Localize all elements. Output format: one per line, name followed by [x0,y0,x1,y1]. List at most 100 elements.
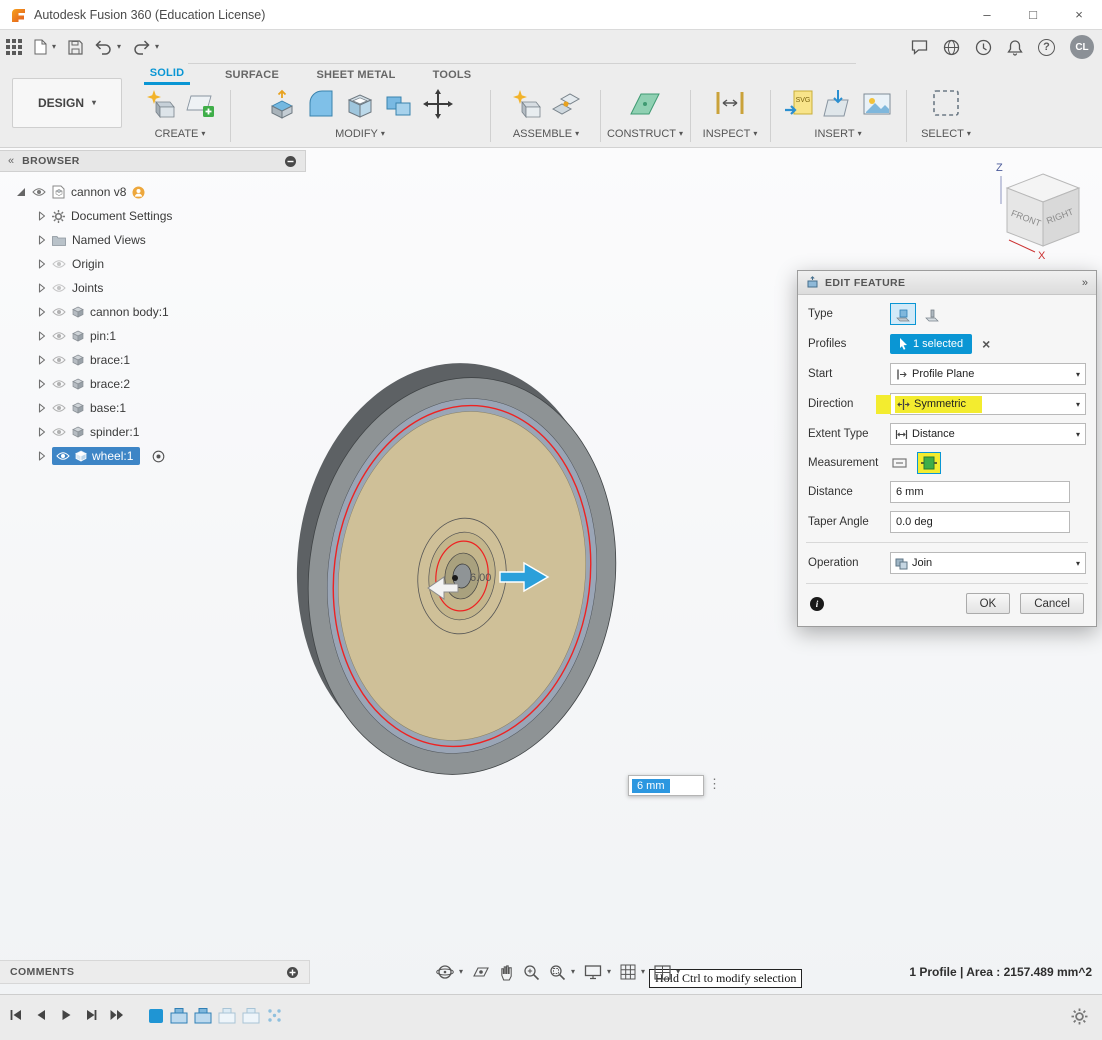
distance-input[interactable] [890,481,1070,503]
zoom-button[interactable] [523,964,540,981]
close-icon[interactable]: × [1056,0,1102,29]
operation-dropdown[interactable]: Join ▾ [890,552,1086,574]
viewcube[interactable]: Z FRONT RIGHT X [985,158,1097,262]
timeline-feature-extrude-1[interactable] [170,1007,188,1024]
design-workspace-menu[interactable]: DESIGN ▾ [12,78,122,128]
clear-selection-icon[interactable]: × [982,336,990,352]
direction-dropdown[interactable]: Symmetric ▾ [890,393,1086,415]
tab-tools[interactable]: TOOLS [428,64,476,85]
fit-button[interactable]: ▾ [549,964,575,981]
create-form-icon[interactable] [145,88,177,120]
visibility-eye-icon[interactable] [56,451,70,461]
move-copy-icon[interactable] [422,88,454,120]
look-at-button[interactable] [472,964,490,980]
info-icon[interactable]: i [810,597,824,611]
tree-row-brace-1[interactable]: brace:1 [0,348,306,372]
dialog-expand-icon[interactable]: » [1082,277,1088,289]
timeline-go-to-start-button[interactable] [8,1007,24,1023]
tree-row-spinder[interactable]: spinder:1 [0,420,306,444]
undo-button[interactable]: ▾ [95,40,121,55]
selected-item-highlight[interactable]: wheel:1 [52,447,140,465]
visibility-eye-icon[interactable] [52,355,66,365]
tree-row-brace-2[interactable]: brace:2 [0,372,306,396]
clock-icon[interactable] [975,39,992,56]
expanded-triangle-icon[interactable] [16,187,26,197]
visibility-eye-icon[interactable] [52,427,66,437]
create-menu[interactable]: CREATE ▾ [155,128,206,140]
select-icon[interactable] [931,88,961,118]
visibility-eye-icon[interactable] [52,307,66,317]
help-icon[interactable]: ? [1038,39,1055,56]
insert-svg-icon[interactable]: SVG [783,88,815,120]
save-button[interactable] [68,40,83,55]
redo-button[interactable]: ▾ [133,40,159,55]
visibility-eye-icon[interactable] [52,379,66,389]
comments-bar[interactable]: COMMENTS [0,960,310,984]
web-icon[interactable] [943,39,960,56]
shell-icon[interactable] [344,88,376,120]
measure-icon[interactable] [714,88,746,118]
browser-header[interactable]: « BROWSER [0,150,306,172]
display-settings-button[interactable]: ▾ [584,964,611,980]
new-component-icon[interactable] [511,88,543,120]
tree-row-origin[interactable]: Origin [0,252,306,276]
create-sketch-icon[interactable] [184,88,216,120]
timeline-play-button[interactable] [58,1007,74,1023]
select-menu[interactable]: SELECT ▾ [921,128,971,140]
tree-row-document-settings[interactable]: Document Settings [0,204,306,228]
inspect-menu[interactable]: INSPECT ▾ [703,128,758,140]
measurement-whole-button[interactable] [917,452,941,474]
tree-row-root[interactable]: cannon v8 [0,180,306,204]
timeline-feature-extrude-2[interactable] [194,1007,212,1024]
insert-canvas-icon[interactable] [861,88,893,120]
tree-row-cannon-body[interactable]: cannon body:1 [0,300,306,324]
collapsed-triangle-icon[interactable] [38,307,46,317]
collapsed-triangle-icon[interactable] [38,403,46,413]
browser-minimize-icon[interactable] [284,155,297,168]
account-avatar[interactable]: CL [1070,35,1094,59]
joint-icon[interactable] [550,88,582,120]
tab-solid[interactable]: SOLID [144,64,190,85]
start-dropdown[interactable]: Profile Plane ▾ [890,363,1086,385]
modify-menu[interactable]: MODIFY ▾ [335,128,385,140]
tab-surface[interactable]: SURFACE [220,64,284,85]
file-menu-button[interactable]: ▾ [34,39,56,55]
grid-settings-button[interactable]: ▾ [620,964,645,980]
timeline-feature-pattern-dots[interactable] [266,1007,283,1024]
profiles-selected-badge[interactable]: 1 selected [890,334,972,354]
tree-row-pin[interactable]: pin:1 [0,324,306,348]
pan-button[interactable] [499,964,514,981]
timeline-gear-icon[interactable] [1071,1008,1088,1025]
visibility-eye-icon[interactable] [52,403,66,413]
ok-button[interactable]: OK [966,593,1011,614]
collapsed-triangle-icon[interactable] [38,211,46,221]
tree-row-wheel-selected[interactable]: wheel:1 [0,444,306,468]
timeline-step-forward-button[interactable] [83,1007,99,1023]
extent-type-dropdown[interactable]: Distance ▾ [890,423,1086,445]
construct-plane-icon[interactable] [627,88,663,120]
visibility-eye-icon[interactable] [32,187,46,197]
tree-row-named-views[interactable]: Named Views [0,228,306,252]
collapsed-triangle-icon[interactable] [38,331,46,341]
press-pull-icon[interactable] [266,88,298,120]
dimension-options-kebab-icon[interactable]: ⋮ [708,776,721,792]
app-grid-icon[interactable] [6,39,22,55]
timeline-go-to-end-button[interactable] [108,1007,126,1023]
construct-menu[interactable]: CONSTRUCT ▾ [607,128,683,140]
assemble-menu[interactable]: ASSEMBLE ▾ [513,128,579,140]
comments-expand-icon[interactable] [286,966,299,979]
orbit-button[interactable]: ▾ [436,963,463,981]
visibility-eye-off-icon[interactable] [52,259,66,269]
notification-bell-icon[interactable] [1007,39,1023,56]
insert-derive-icon[interactable] [822,88,854,120]
collapsed-triangle-icon[interactable] [38,355,46,365]
minimize-icon[interactable]: – [964,0,1010,29]
visibility-eye-off-icon[interactable] [52,283,66,293]
collapsed-triangle-icon[interactable] [38,379,46,389]
dimension-input[interactable]: 6 mm [628,775,704,796]
timeline-position-marker[interactable] [149,1009,163,1023]
collapsed-triangle-icon[interactable] [38,235,46,245]
timeline-feature-extrude-3[interactable] [218,1007,236,1024]
tab-sheet-metal[interactable]: SHEET METAL [316,64,396,85]
type-extrude-button[interactable] [890,303,916,325]
